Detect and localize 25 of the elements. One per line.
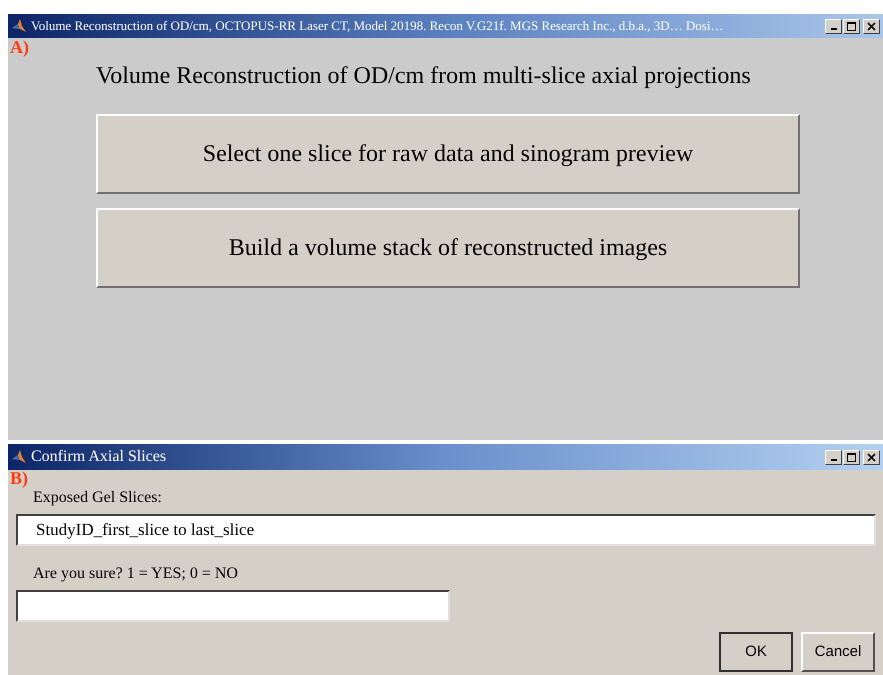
close-button[interactable] bbox=[863, 450, 880, 464]
window-title: Volume Reconstruction of OD/cm, OCTOPUS-RR Laser CT, Model 20198. Recon V.G21f. MGS Research Inc., d.b.a., 3D… Dosi… bbox=[31, 17, 724, 36]
field-label: Are you sure? 1 = YES; 0 = NO bbox=[33, 564, 238, 584]
dialog-title: Confirm Axial Slices bbox=[31, 447, 168, 467]
maximize-button[interactable] bbox=[843, 450, 860, 464]
maximize-icon bbox=[847, 452, 856, 462]
close-icon bbox=[867, 22, 876, 30]
action-button[interactable]: Select one slice for raw data and sinogram preview bbox=[96, 114, 800, 194]
close-button[interactable] bbox=[863, 18, 880, 34]
minimize-button[interactable] bbox=[825, 18, 842, 34]
panel-label: B) bbox=[10, 470, 28, 486]
text-field[interactable] bbox=[16, 590, 450, 622]
close-icon bbox=[867, 452, 876, 462]
app-logo-icon bbox=[11, 18, 27, 34]
action-button[interactable]: Build a volume stack of reconstructed images bbox=[96, 208, 800, 288]
minimize-button[interactable] bbox=[825, 450, 842, 464]
text-field[interactable]: StudyID_first_slice to last_slice bbox=[16, 514, 876, 546]
maximize-icon bbox=[847, 22, 856, 30]
cancel-button[interactable]: Cancel bbox=[801, 632, 875, 672]
ok-button[interactable]: OK bbox=[719, 632, 793, 672]
field-label: Exposed Gel Slices: bbox=[33, 488, 162, 508]
maximize-button[interactable] bbox=[843, 18, 860, 34]
panel-label: A) bbox=[10, 38, 29, 56]
heading: Volume Reconstruction of OD/cm from multi-slice axial projections bbox=[96, 62, 751, 91]
app-logo-icon bbox=[11, 449, 27, 465]
